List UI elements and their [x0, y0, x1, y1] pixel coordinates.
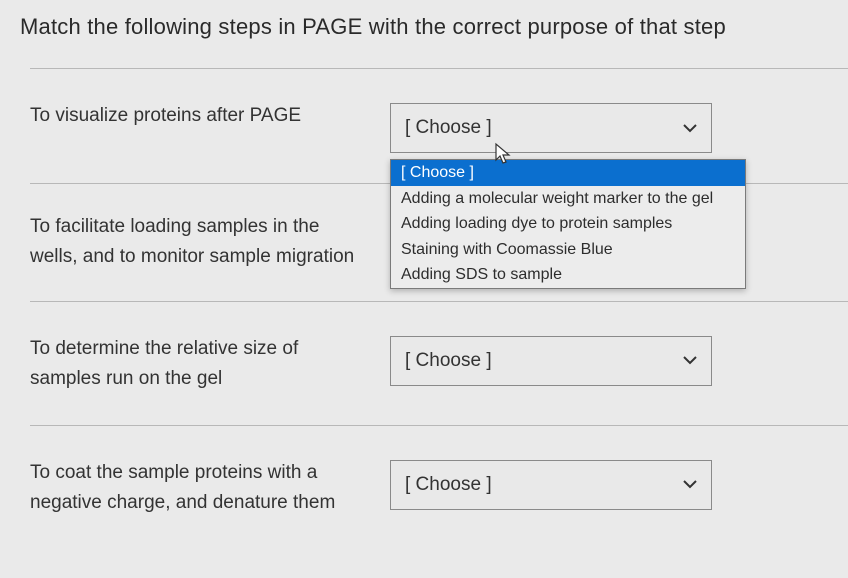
question-title: Match the following steps in PAGE with t… [18, 14, 848, 40]
dropdown-option[interactable]: Adding loading dye to protein samples [391, 211, 745, 237]
dropdown-option[interactable]: [ Choose ] [391, 160, 745, 186]
prompt-text: To facilitate loading samples in the wel… [30, 212, 390, 273]
select-wrap: [ Choose ] [390, 336, 712, 386]
select-value: [ Choose ] [405, 350, 492, 372]
match-rows: To visualize proteins after PAGE [ Choos… [18, 68, 848, 548]
prompt-text: To determine the relative size of sample… [30, 334, 390, 395]
prompt-text: To visualize proteins after PAGE [30, 101, 390, 131]
select-wrap: [ Choose ] [ Choose ] Adding a molecular… [390, 103, 712, 153]
dropdown-option[interactable]: Adding a molecular weight marker to the … [391, 186, 745, 212]
chevron-down-icon [683, 124, 697, 133]
select-value: [ Choose ] [405, 474, 492, 496]
match-row: To coat the sample proteins with a negat… [30, 425, 848, 549]
chevron-down-icon [683, 356, 697, 365]
match-row: To determine the relative size of sample… [30, 301, 848, 425]
answer-select[interactable]: [ Choose ] [390, 103, 712, 153]
dropdown-option[interactable]: Adding SDS to sample [391, 262, 745, 288]
answer-select[interactable]: [ Choose ] [390, 336, 712, 386]
select-value: [ Choose ] [405, 117, 492, 139]
select-wrap: [ Choose ] [390, 460, 712, 510]
dropdown-option[interactable]: Staining with Coomassie Blue [391, 237, 745, 263]
answer-select[interactable]: [ Choose ] [390, 460, 712, 510]
chevron-down-icon [683, 480, 697, 489]
match-row: To visualize proteins after PAGE [ Choos… [30, 68, 848, 183]
prompt-text: To coat the sample proteins with a negat… [30, 458, 390, 519]
dropdown-list: [ Choose ] Adding a molecular weight mar… [390, 159, 746, 289]
